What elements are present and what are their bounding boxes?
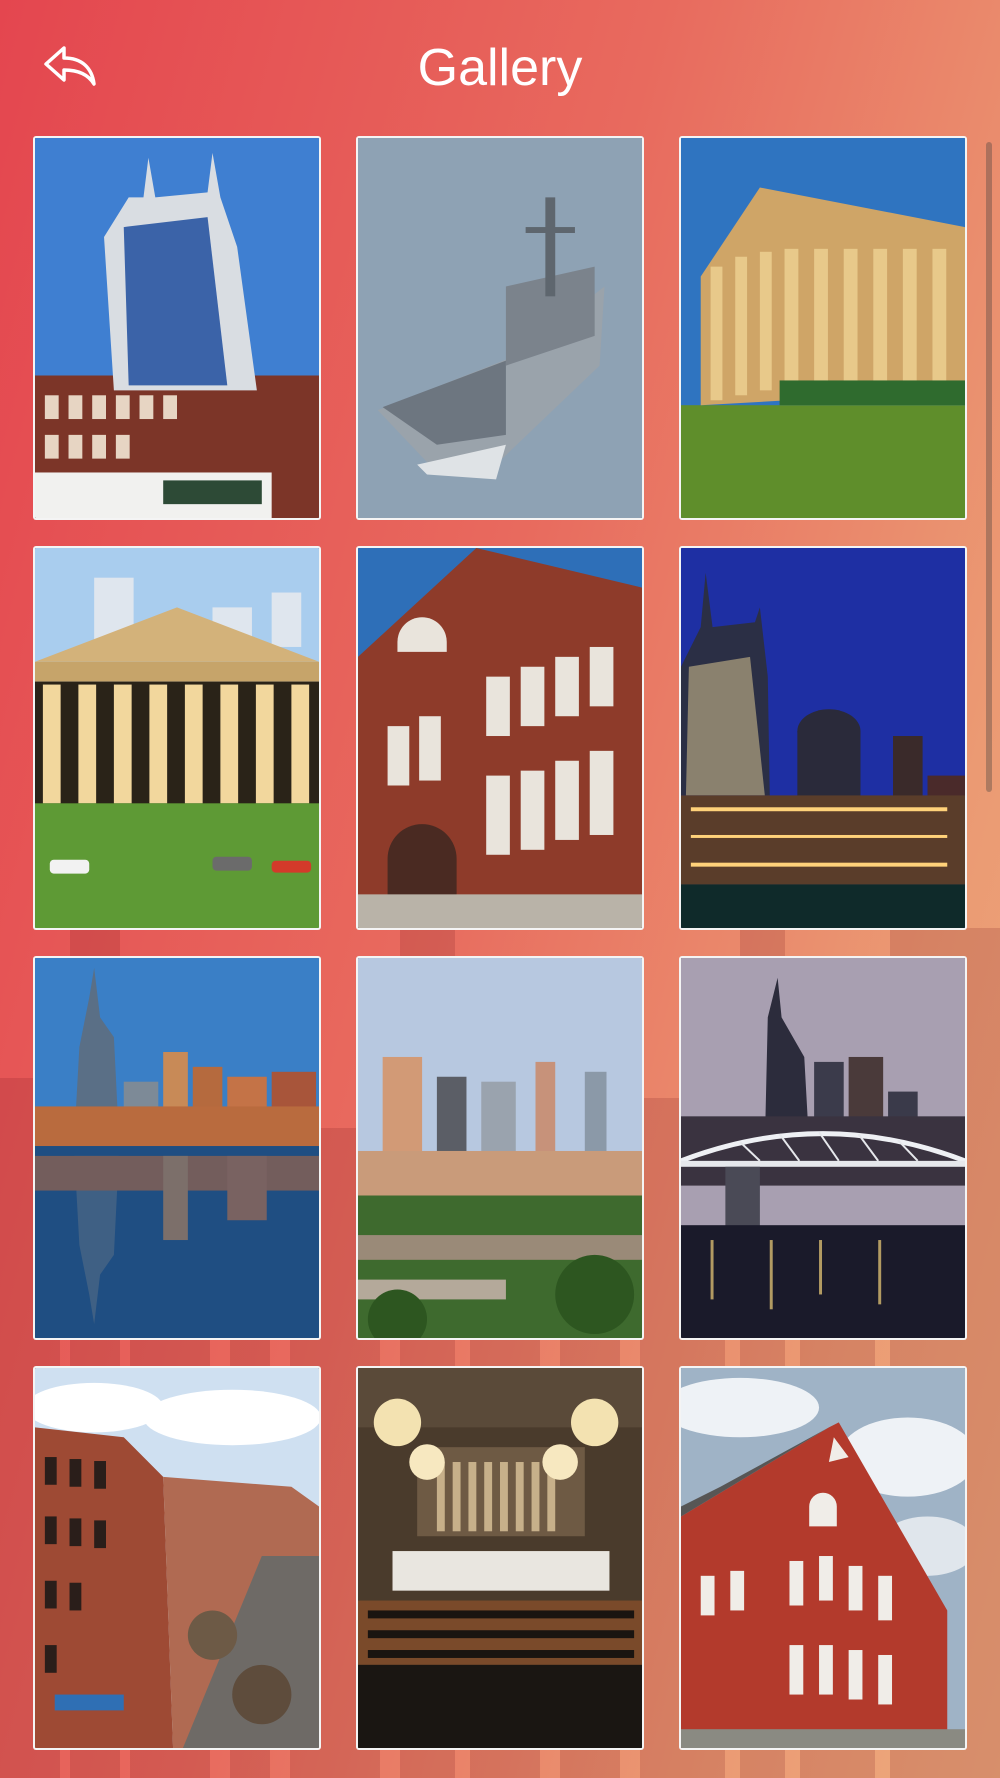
gallery-grid	[33, 136, 968, 1750]
gallery-item-navy-ship[interactable]	[356, 136, 644, 520]
gallery-item-city-overview[interactable]	[356, 956, 644, 1340]
gallery-item-brick-auditorium[interactable]	[356, 546, 644, 930]
gallery-item-night-skyline[interactable]	[679, 546, 967, 930]
gallery-item-skyscraper[interactable]	[33, 136, 321, 520]
gallery-item-river-reflection[interactable]	[33, 956, 321, 1340]
page-title: Gallery	[417, 39, 583, 97]
gallery-item-bridge-dusk[interactable]	[679, 956, 967, 1340]
gallery-item-red-tabernacle[interactable]	[679, 1366, 967, 1750]
header-bar: Gallery	[0, 0, 1000, 135]
gallery-item-parthenon-side[interactable]	[679, 136, 967, 520]
gallery-item-parthenon-front[interactable]	[33, 546, 321, 930]
scrollbar[interactable]	[986, 142, 992, 792]
gallery-item-symphony-hall[interactable]	[356, 1366, 644, 1750]
gallery-item-historic-street[interactable]	[33, 1366, 321, 1750]
